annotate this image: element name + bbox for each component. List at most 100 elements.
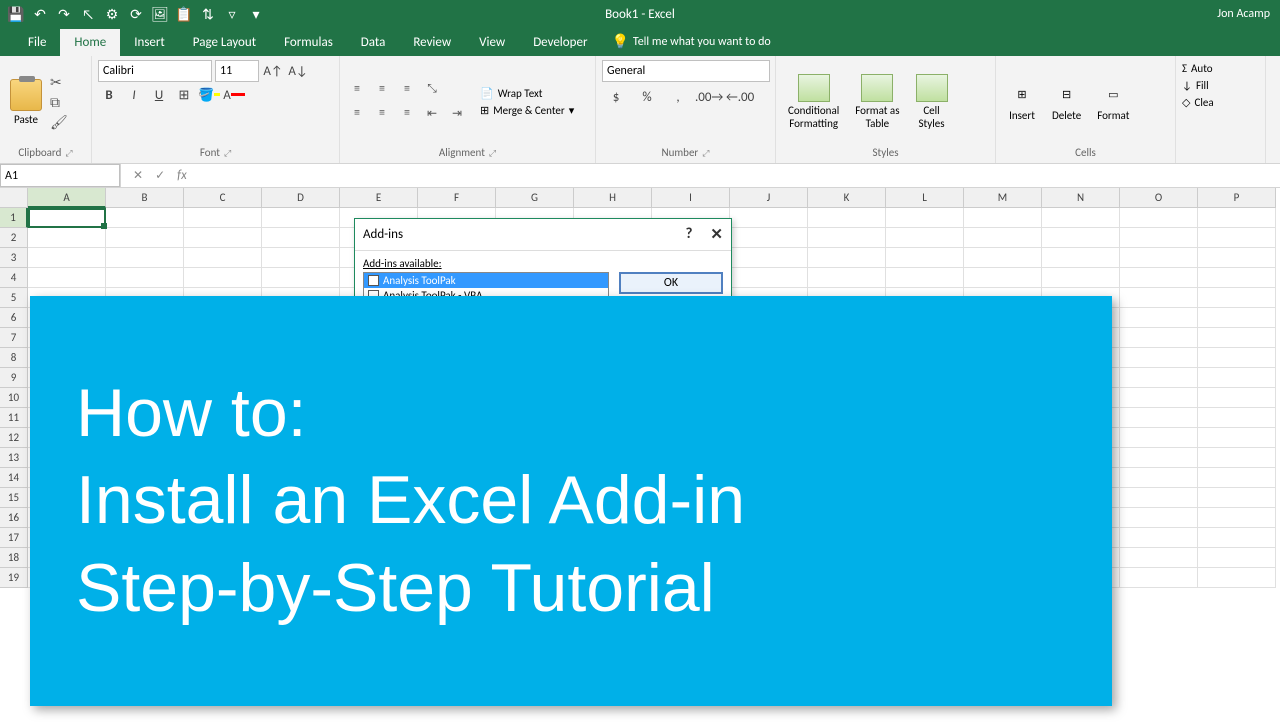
save-icon[interactable]: 💾 xyxy=(8,6,24,22)
cell[interactable] xyxy=(886,268,964,288)
row-header[interactable]: 16 xyxy=(0,508,28,528)
close-icon[interactable]: ✕ xyxy=(710,225,723,244)
fx-icon[interactable]: fx xyxy=(177,168,187,183)
row-header[interactable]: 17 xyxy=(0,528,28,548)
increase-indent-icon[interactable]: ⇥ xyxy=(446,102,468,124)
insert-cells-button[interactable]: ⊞ Insert xyxy=(1002,81,1042,124)
orientation-icon[interactable]: ⤡ xyxy=(421,78,443,100)
cell[interactable] xyxy=(1120,208,1198,228)
row-header[interactable]: 11 xyxy=(0,408,28,428)
cell[interactable] xyxy=(1120,288,1198,308)
cell[interactable] xyxy=(730,228,808,248)
cell[interactable] xyxy=(1198,428,1276,448)
column-header[interactable]: K xyxy=(808,188,886,208)
align-center-icon[interactable]: ≡ xyxy=(371,102,393,124)
cell[interactable] xyxy=(808,208,886,228)
row-header[interactable]: 2 xyxy=(0,228,28,248)
image-icon[interactable]: 🖼 xyxy=(152,6,168,22)
tell-me-search[interactable]: 💡 Tell me what you want to do xyxy=(601,27,780,56)
increase-decimal-icon[interactable]: .00→ xyxy=(695,86,723,108)
cell[interactable] xyxy=(1198,408,1276,428)
cell[interactable] xyxy=(886,208,964,228)
cell[interactable] xyxy=(730,268,808,288)
cell[interactable] xyxy=(106,248,184,268)
cell[interactable] xyxy=(1120,328,1198,348)
cell[interactable] xyxy=(106,228,184,248)
row-header[interactable]: 19 xyxy=(0,568,28,588)
bold-button[interactable]: B xyxy=(98,84,120,106)
fill-color-button[interactable]: 🪣 xyxy=(198,84,220,106)
cell[interactable] xyxy=(808,248,886,268)
row-header[interactable]: 3 xyxy=(0,248,28,268)
cell[interactable] xyxy=(1120,508,1198,528)
cell[interactable] xyxy=(1198,228,1276,248)
tab-developer[interactable]: Developer xyxy=(519,29,601,56)
row-header[interactable]: 13 xyxy=(0,448,28,468)
row-header[interactable]: 7 xyxy=(0,328,28,348)
align-top-icon[interactable]: ≡ xyxy=(346,78,368,100)
tab-data[interactable]: Data xyxy=(347,29,400,56)
chevron-down-icon[interactable]: ▾ xyxy=(248,6,264,22)
cell[interactable] xyxy=(106,208,184,228)
column-header[interactable]: L xyxy=(886,188,964,208)
gear-icon[interactable]: ⚙ xyxy=(104,6,120,22)
align-bottom-icon[interactable]: ≡ xyxy=(396,78,418,100)
cell[interactable] xyxy=(1198,248,1276,268)
tab-file[interactable]: File xyxy=(14,29,60,56)
cell[interactable] xyxy=(184,228,262,248)
redo-icon[interactable]: ↷ xyxy=(56,6,72,22)
cell[interactable] xyxy=(1198,488,1276,508)
column-header[interactable]: B xyxy=(106,188,184,208)
row-header[interactable]: 15 xyxy=(0,488,28,508)
cut-icon[interactable]: ✂ xyxy=(50,74,68,90)
pointer-icon[interactable]: ↖ xyxy=(80,6,96,22)
cell[interactable] xyxy=(28,268,106,288)
cell[interactable] xyxy=(1198,468,1276,488)
cell[interactable] xyxy=(28,228,106,248)
column-header[interactable]: N xyxy=(1042,188,1120,208)
row-header[interactable]: 5 xyxy=(0,288,28,308)
format-as-table-button[interactable]: Format as Table xyxy=(849,72,905,132)
row-header[interactable]: 8 xyxy=(0,348,28,368)
cancel-formula-icon[interactable]: ✕ xyxy=(133,168,143,183)
ok-button[interactable]: OK xyxy=(619,272,723,294)
cell[interactable] xyxy=(1120,388,1198,408)
cell[interactable] xyxy=(1198,328,1276,348)
cell[interactable] xyxy=(262,208,340,228)
cell[interactable] xyxy=(1120,228,1198,248)
cell[interactable] xyxy=(1198,368,1276,388)
tab-formulas[interactable]: Formulas xyxy=(270,29,347,56)
cell[interactable] xyxy=(184,208,262,228)
row-header[interactable]: 6 xyxy=(0,308,28,328)
column-header[interactable]: G xyxy=(496,188,574,208)
cell[interactable] xyxy=(1198,548,1276,568)
tab-page-layout[interactable]: Page Layout xyxy=(179,29,270,56)
italic-button[interactable]: I xyxy=(123,84,145,106)
row-header[interactable]: 18 xyxy=(0,548,28,568)
cell[interactable] xyxy=(886,248,964,268)
cell[interactable] xyxy=(1198,568,1276,588)
tab-view[interactable]: View xyxy=(465,29,519,56)
undo-icon[interactable]: ↶ xyxy=(32,6,48,22)
column-header[interactable]: H xyxy=(574,188,652,208)
conditional-formatting-button[interactable]: Conditional Formatting xyxy=(782,72,845,132)
cell[interactable] xyxy=(28,248,106,268)
name-box[interactable] xyxy=(0,164,120,187)
font-size-select[interactable] xyxy=(215,60,259,82)
decrease-indent-icon[interactable]: ⇤ xyxy=(421,102,443,124)
dialog-launcher-icon[interactable]: ⤢ xyxy=(65,148,72,159)
tab-review[interactable]: Review xyxy=(399,29,465,56)
number-format-select[interactable] xyxy=(602,60,770,82)
cell[interactable] xyxy=(1120,428,1198,448)
cell[interactable] xyxy=(1198,348,1276,368)
column-header[interactable]: J xyxy=(730,188,808,208)
sort-icon[interactable]: ⇅ xyxy=(200,6,216,22)
cell[interactable] xyxy=(262,228,340,248)
cell[interactable] xyxy=(886,228,964,248)
cell[interactable] xyxy=(730,248,808,268)
cell[interactable] xyxy=(1120,488,1198,508)
column-header[interactable]: E xyxy=(340,188,418,208)
autosum-button[interactable]: Σ Auto xyxy=(1182,60,1259,77)
cell[interactable] xyxy=(1120,568,1198,588)
cell[interactable] xyxy=(1120,548,1198,568)
